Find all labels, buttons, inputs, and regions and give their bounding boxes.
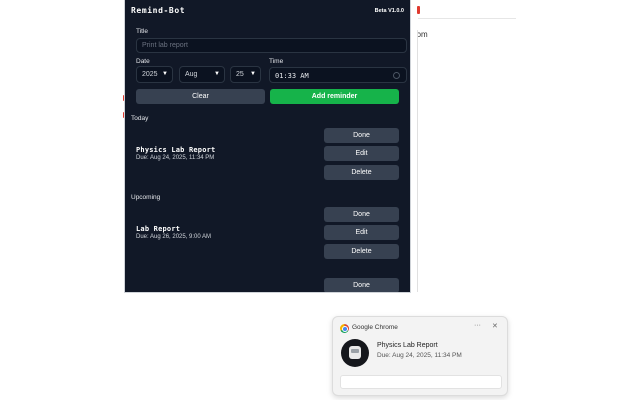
more-horizontal-icon[interactable]: ··· — [474, 322, 481, 329]
background-marker — [417, 6, 420, 14]
done-button[interactable]: Done — [324, 207, 399, 222]
notification-app-name: Google Chrome — [352, 324, 398, 331]
chrome-notification[interactable]: Google Chrome ··· ✕ Physics Lab Report D… — [332, 316, 508, 396]
robot-icon — [341, 339, 369, 367]
day-value: 25 — [236, 71, 244, 78]
time-label: Time — [269, 58, 284, 65]
done-button[interactable]: Done — [324, 278, 399, 292]
add-reminder-button[interactable]: Add reminder — [270, 89, 399, 104]
title-label: Title — [136, 28, 149, 35]
app-title: Remind-Bot — [131, 6, 186, 15]
close-icon[interactable]: ✕ — [492, 322, 498, 330]
clear-button[interactable]: Clear — [136, 89, 265, 104]
reminder-due: Due: Aug 26, 2025, 9:00 AM — [136, 234, 212, 240]
title-input[interactable]: Print lab report — [136, 38, 407, 53]
notification-reply-input[interactable] — [340, 375, 502, 389]
delete-button[interactable]: Delete — [324, 165, 399, 180]
year-value: 2025 — [142, 71, 158, 78]
chevron-down-icon: ▼ — [214, 71, 220, 77]
edit-button[interactable]: Edit — [324, 225, 399, 240]
month-select[interactable]: Aug ▼ — [179, 66, 225, 83]
reminder-popup: Remind-Bot Beta V1.0.0 Title Print lab r… — [125, 0, 410, 292]
chrome-icon — [340, 324, 349, 333]
notification-body: Due: Aug 24, 2025, 11:34 PM — [377, 352, 462, 359]
section-today: Today — [131, 115, 149, 122]
popup-header: Remind-Bot Beta V1.0.0 — [125, 0, 410, 22]
done-button[interactable]: Done — [324, 128, 399, 143]
date-label: Date — [136, 58, 150, 65]
version-label: Beta V1.0.0 — [374, 8, 404, 14]
delete-button[interactable]: Delete — [324, 244, 399, 259]
background-divider — [418, 18, 516, 19]
edit-button[interactable]: Edit — [324, 146, 399, 161]
background-text: ɔm — [417, 30, 428, 39]
chevron-down-icon: ▼ — [162, 71, 168, 77]
reminder-due: Due: Aug 24, 2025, 11:34 PM — [136, 155, 215, 161]
month-value: Aug — [185, 71, 198, 78]
time-input[interactable]: 01:33 AM — [269, 67, 407, 83]
reminder-title: Lab Report — [136, 225, 181, 233]
section-upcoming: Upcoming — [131, 194, 161, 201]
clock-icon[interactable] — [393, 72, 400, 79]
background-divider — [417, 30, 418, 292]
chevron-down-icon: ▼ — [250, 71, 256, 77]
notification-title: Physics Lab Report — [377, 342, 438, 349]
day-select[interactable]: 25 ▼ — [230, 66, 261, 83]
reminder-title: Physics Lab Report — [136, 146, 216, 154]
year-select[interactable]: 2025 ▼ — [136, 66, 173, 83]
time-value: 01:33 AM — [275, 72, 309, 80]
